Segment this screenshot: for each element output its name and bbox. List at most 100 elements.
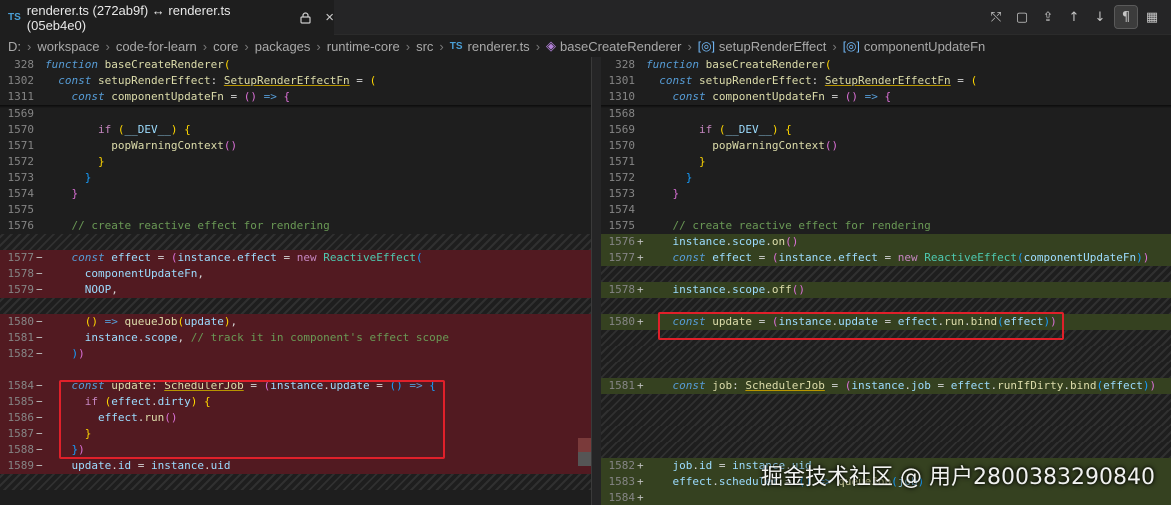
deleted-line[interactable]: 1586− effect.run() [0, 410, 591, 426]
line-code: if (__DEV__) { [698, 123, 792, 136]
code-line[interactable]: 1572 } [601, 170, 1171, 186]
next-change-icon[interactable]: ↓ [1089, 6, 1111, 28]
chevron-right-icon: › [439, 38, 444, 54]
line-code: const setupRenderEffect: SetupRenderEffe… [58, 74, 377, 87]
line-code: } [685, 171, 693, 184]
deleted-line[interactable] [0, 362, 591, 378]
sticky-scroll-shadow [0, 105, 591, 108]
deleted-line[interactable]: 1577− const effect = (instance.effect = … [0, 250, 591, 266]
code-line[interactable]: 1569 [0, 106, 591, 122]
line-number: 1570 [7, 123, 35, 136]
line-code: componentUpdateFn, [84, 267, 204, 280]
code-line[interactable]: 1569 if (__DEV__) { [601, 122, 1171, 138]
code-line[interactable]: 1572 } [0, 154, 591, 170]
breadcrumb-segment[interactable]: core [213, 39, 238, 54]
code-line[interactable]: 1574 [601, 202, 1171, 218]
tab-bar: TS renderer.ts (272ab9f) ↔ renderer.ts (… [0, 0, 1171, 35]
line-number: 1574 [608, 203, 636, 216]
sticky-scroll-line[interactable]: 328 function baseCreateRenderer( [0, 57, 591, 73]
code-line[interactable]: 1568 [601, 106, 1171, 122]
chevron-right-icon: › [316, 38, 321, 54]
code-line[interactable]: 1571 popWarningContext() [0, 138, 591, 154]
inserted-line[interactable]: 1578 + instance.scope.off() [601, 282, 1171, 298]
deleted-line[interactable]: 1582− )) [0, 346, 591, 362]
chevron-right-icon: › [27, 38, 32, 54]
sticky-scroll-line[interactable]: 328 function baseCreateRenderer( [601, 57, 1171, 73]
diff-alignment-filler [601, 362, 1171, 378]
editor-tab[interactable]: TS renderer.ts (272ab9f) ↔ renderer.ts (… [0, 0, 334, 35]
line-number: 1588 [7, 443, 35, 456]
line-number: 1575 [7, 203, 35, 216]
code-line[interactable]: 1570 popWarningContext() [601, 138, 1171, 154]
line-code: instance.scope, // track it in component… [84, 331, 450, 344]
line-number: 1578 [608, 283, 636, 296]
deleted-line[interactable]: 1588− }) [0, 442, 591, 458]
sticky-scroll-line[interactable]: 1311 const componentUpdateFn = () => { [0, 89, 591, 105]
line-number: 1582 [608, 459, 636, 472]
code-line[interactable]: 1575 [0, 202, 591, 218]
deleted-line[interactable]: 1580− () => queueJob(update), [0, 314, 591, 330]
stage-icon[interactable]: ⇪ [1037, 6, 1059, 28]
line-code: } [698, 155, 706, 168]
map-icon[interactable]: ▦ [1141, 6, 1163, 28]
diff-alignment-filler [601, 266, 1171, 282]
line-code: const update = (instance.update = effect… [672, 315, 1057, 328]
line-number: 1571 [7, 139, 35, 152]
line-code: function baseCreateRenderer( [646, 58, 832, 71]
line-number: 1585 [7, 395, 35, 408]
code-line[interactable]: 1571 } [601, 154, 1171, 170]
deleted-line[interactable]: 1578− componentUpdateFn, [0, 266, 591, 282]
line-code: }) [71, 443, 85, 456]
diff-original-pane[interactable]: 1569 1570 if (__DEV__) {1571 popWarningCo… [0, 57, 591, 505]
sticky-scroll-line[interactable]: 1302 const setupRenderEffect: SetupRende… [0, 73, 591, 89]
line-number: 1576 [608, 235, 636, 248]
diff-alignment-filler [601, 410, 1171, 426]
breadcrumb-segment[interactable]: workspace [37, 39, 99, 54]
line-number: 1578 [7, 267, 35, 280]
breadcrumb-symbol[interactable]: setupRenderEffect [719, 39, 826, 54]
diff-alignment-filler [0, 474, 591, 490]
breadcrumb-file[interactable]: renderer.ts [468, 39, 530, 54]
chevron-right-icon: › [405, 38, 411, 54]
breadcrumb-segment[interactable]: src [416, 39, 433, 54]
inserted-line[interactable]: 1580 + const update = (instance.update = … [601, 314, 1171, 330]
deleted-line[interactable]: 1587− } [0, 426, 591, 442]
code-line[interactable]: 1575 // create reactive effect for rende… [601, 218, 1171, 234]
sticky-scroll-line[interactable]: 1310 const componentUpdateFn = () => { [601, 89, 1171, 105]
line-number: 328 [14, 58, 34, 71]
pilcrow-icon[interactable]: ¶ [1114, 5, 1138, 29]
deleted-line[interactable]: 1579− NOOP, [0, 282, 591, 298]
code-line[interactable]: 1573 } [0, 170, 591, 186]
deleted-line[interactable]: 1589− update.id = instance.uid [0, 458, 591, 474]
code-line[interactable]: 1574 } [0, 186, 591, 202]
inserted-line[interactable]: 1581 + const job: SchedulerJob = (instanc… [601, 378, 1171, 394]
line-number: 1311 [7, 90, 35, 103]
diff-marker: − [36, 331, 43, 344]
deleted-line[interactable]: 1584− const update: SchedulerJob = (inst… [0, 378, 591, 394]
breadcrumb-symbol[interactable]: baseCreateRenderer [560, 39, 681, 54]
prev-change-icon[interactable]: ↑ [1063, 6, 1085, 28]
inserted-line[interactable]: 1584 + [601, 490, 1171, 505]
breadcrumb-symbol[interactable]: componentUpdateFn [864, 39, 985, 54]
inserted-line[interactable]: 1577 + const effect = (instance.effect = … [601, 250, 1171, 266]
diff-divider[interactable] [591, 57, 601, 505]
open-changes-icon[interactable]: ⤲ [985, 6, 1007, 28]
sticky-scroll-line[interactable]: 1301 const setupRenderEffect: SetupRende… [601, 73, 1171, 89]
breadcrumb-segment[interactable]: packages [255, 39, 311, 54]
code-line[interactable]: 1576 // create reactive effect for rende… [0, 218, 591, 234]
deleted-line[interactable]: 1585− if (effect.dirty) { [0, 394, 591, 410]
line-code: const componentUpdateFn = () => { [71, 90, 291, 103]
open-file-icon[interactable]: ▢ [1011, 6, 1033, 28]
breadcrumb-segment[interactable]: runtime-core [327, 39, 400, 54]
breadcrumb-segment[interactable]: code-for-learn [116, 39, 197, 54]
line-number: 1573 [7, 171, 35, 184]
diff-marker: + [637, 283, 644, 296]
diff-modified-pane[interactable]: 1568 1569 if (__DEV__) {1570 popWarningCo… [601, 57, 1171, 505]
deleted-line[interactable]: 1581− instance.scope, // track it in com… [0, 330, 591, 346]
line-number: 1569 [608, 123, 636, 136]
code-line[interactable]: 1570 if (__DEV__) { [0, 122, 591, 138]
code-line[interactable]: 1573 } [601, 186, 1171, 202]
close-icon[interactable]: × [325, 9, 334, 26]
breadcrumb-segment[interactable]: D: [8, 39, 21, 54]
inserted-line[interactable]: 1576 + instance.scope.on() [601, 234, 1171, 250]
